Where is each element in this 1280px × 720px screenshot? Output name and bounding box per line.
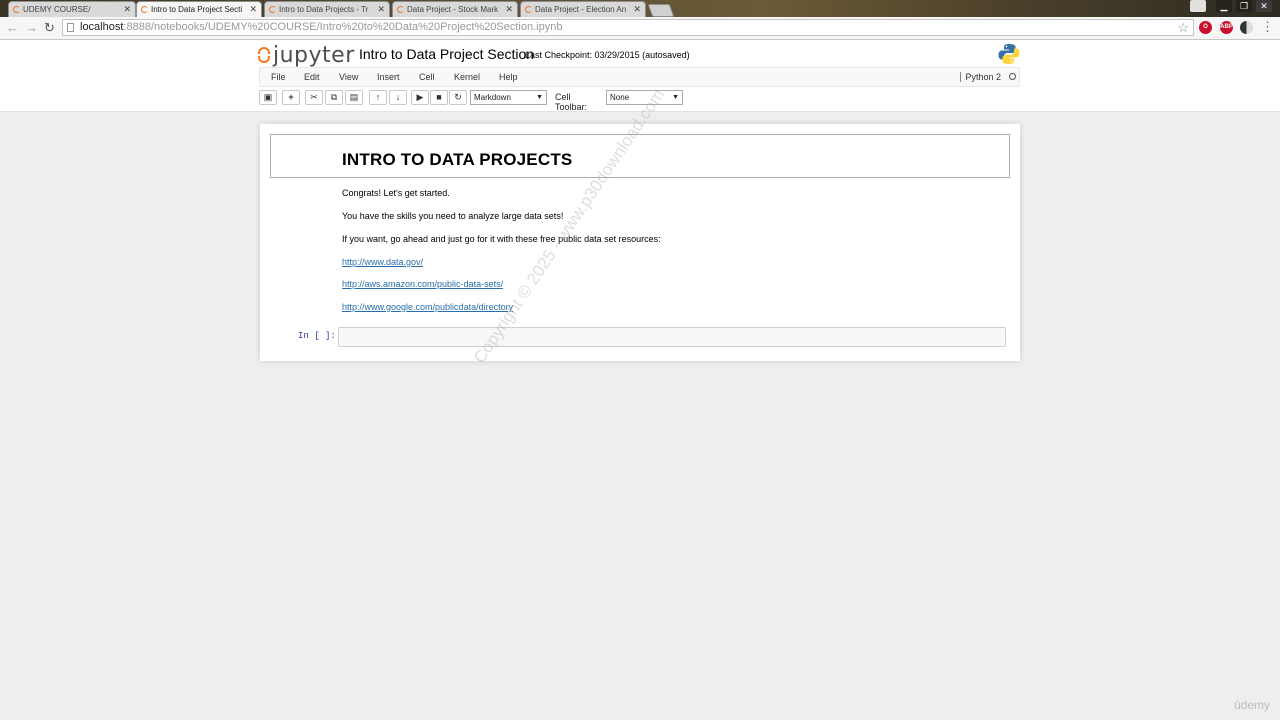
kernel-name: Python 2 [960,72,1001,82]
move-down-icon[interactable]: ↓ [389,90,407,105]
dropdown-caret-icon: ▼ [672,94,679,101]
cut-icon[interactable]: ✂ [305,90,323,105]
browser-tab-udemy-course[interactable]: UDEMY COURSE/ ✕ [8,1,136,17]
python-logo-icon [998,44,1020,64]
checkpoint-status: Last Checkpoint: 03/29/2015 (autosaved) [525,50,690,60]
menu-file[interactable]: File [271,72,286,82]
jupyter-favicon-icon [525,6,532,13]
dropdown-caret-icon: ▼ [536,94,543,101]
address-bar[interactable]: localhost:8888/notebooks/UDEMY%20COURSE/… [62,19,1194,36]
browser-tab-intro-section[interactable]: Intro to Data Project Secti ✕ [136,1,262,17]
move-up-icon[interactable]: ↑ [369,90,387,105]
input-prompt: In [ ]: [298,331,336,341]
markdown-paragraph: You have the skills you need to analyze … [342,211,564,221]
jupyter-favicon-icon [13,6,20,13]
markdown-paragraph: Congrats! Let's get started. [342,188,450,198]
browser-toolbar: ← → ↻ localhost:8888/notebooks/UDEMY%20C… [0,17,1280,40]
notebook-heading: INTRO TO DATA PROJECTS [342,150,573,169]
insert-cell-icon[interactable]: + [282,90,300,105]
tab-label: Data Project - Election An [535,5,627,14]
menu-view[interactable]: View [339,72,358,82]
cell-toolbar-value: None [610,93,630,102]
back-arrow-icon[interactable]: ← [6,19,19,37]
jupyter-favicon-icon [397,6,404,13]
cell-toolbar-label: Cell Toolbar: [555,92,588,112]
browser-tab-stock-market[interactable]: Data Project - Stock Mark ✕ [392,1,518,17]
markdown-heading-cell[interactable]: INTRO TO DATA PROJECTS [270,134,1010,178]
data-gov-link[interactable]: http://www.data.gov/ [342,257,423,267]
new-tab-button[interactable] [647,4,675,17]
opera-extension-icon[interactable]: O [1199,21,1212,34]
jupyter-logo-text: jupyter [273,42,355,68]
reload-icon[interactable]: ↻ [44,19,55,37]
close-tab-icon[interactable]: ✕ [123,2,131,17]
menu-insert[interactable]: Insert [377,72,400,82]
run-cell-icon[interactable]: ▶ [411,90,429,105]
notebook-title[interactable]: Intro to Data Project Section [359,46,534,62]
tab-label: Data Project - Stock Mark [407,5,499,14]
contrast-extension-icon[interactable] [1240,21,1253,34]
save-icon[interactable]: ▣ [259,90,277,105]
code-cell-input[interactable] [338,327,1006,347]
notebook-container: INTRO TO DATA PROJECTS Congrats! Let's g… [260,124,1020,361]
menu-cell[interactable]: Cell [419,72,435,82]
markdown-paragraph: If you want, go ahead and just go for it… [342,234,661,244]
paste-icon[interactable]: ▤ [345,90,363,105]
url-path: :8888/notebooks/UDEMY%20COURSE/Intro%20t… [123,21,563,33]
tab-label: Intro to Data Project Secti [151,5,243,14]
tab-label: Intro to Data Projects - Tr [279,5,369,14]
jupyter-logo-icon [258,45,270,65]
restore-icon[interactable]: ❐ [1236,0,1252,12]
forward-arrow-icon[interactable]: → [25,19,38,37]
close-tab-icon[interactable]: ✕ [633,2,641,17]
jupyter-favicon-icon [141,6,148,13]
menu-kernel[interactable]: Kernel [454,72,480,82]
window-close-icon[interactable]: ✕ [1256,0,1272,12]
url-host: localhost [80,21,124,33]
browser-menu-icon[interactable]: ⋮ [1261,19,1274,35]
tab-label: UDEMY COURSE/ [23,5,91,14]
aws-public-data-link[interactable]: http://aws.amazon.com/public-data-sets/ [342,279,503,289]
user-profile-icon[interactable] [1190,0,1206,12]
google-publicdata-link[interactable]: http://www.google.com/publicdata/directo… [342,302,513,312]
udemy-watermark: ûdemy [1233,698,1270,712]
page-icon [67,23,74,32]
notebook-menubar: File Edit View Insert Cell Kernel Help P… [259,67,1020,87]
bookmark-star-icon[interactable]: ☆ [1177,20,1189,35]
close-tab-icon[interactable]: ✕ [505,2,513,17]
close-tab-icon[interactable]: ✕ [249,2,257,17]
restart-kernel-icon[interactable]: ↻ [449,90,467,105]
browser-tab-intro-projects[interactable]: Intro to Data Projects - Tr ✕ [264,1,390,17]
kernel-idle-indicator-icon [1009,73,1016,80]
close-tab-icon[interactable]: ✕ [377,2,385,17]
adblock-plus-icon[interactable]: ABP [1220,21,1233,34]
jupyter-favicon-icon [269,6,276,13]
browser-tab-strip: UDEMY COURSE/ ✕ Intro to Data Project Se… [0,0,1280,17]
cell-type-value: Markdown [474,93,511,102]
minimize-icon[interactable]: ▁ [1216,0,1232,12]
menu-help[interactable]: Help [499,72,518,82]
jupyter-header: jupyter Intro to Data Project Section La… [0,40,1280,112]
menu-edit[interactable]: Edit [304,72,320,82]
cell-type-select[interactable]: Markdown ▼ [470,90,547,105]
jupyter-logo[interactable]: jupyter [258,42,355,68]
copy-icon[interactable]: ⧉ [325,90,343,105]
browser-tab-election[interactable]: Data Project - Election An ✕ [520,1,646,17]
stop-kernel-icon[interactable]: ■ [430,90,448,105]
